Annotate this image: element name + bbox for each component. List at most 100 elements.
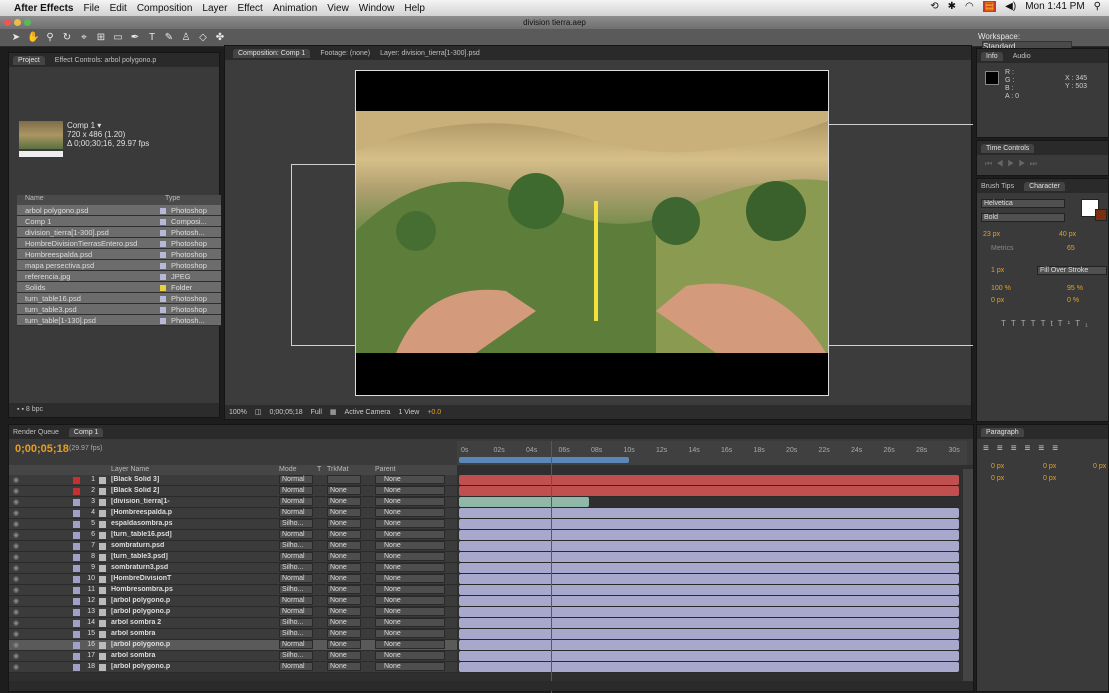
play-icon[interactable]: ▶	[1007, 159, 1018, 168]
current-time[interactable]: 0;00;05;18	[15, 443, 69, 455]
layer-duration-bar[interactable]	[459, 662, 959, 672]
parent-dropdown[interactable]: None	[375, 475, 445, 484]
work-area-bar[interactable]	[459, 457, 629, 463]
col-t[interactable]: T	[317, 466, 321, 473]
blend-mode-dropdown[interactable]: Silho...	[279, 651, 313, 660]
spotlight-icon[interactable]: ⚲	[1094, 1, 1101, 12]
eye-icon[interactable]: ◉	[13, 553, 19, 561]
trkmat-dropdown[interactable]: None	[327, 662, 361, 671]
zoom-tool-icon[interactable]: ⚲	[44, 32, 56, 43]
viewer-timecode[interactable]: 0;00;05;18	[270, 409, 303, 416]
align-left-icon[interactable]: ≡	[983, 443, 997, 454]
justify-right-icon[interactable]: ≡	[1052, 443, 1066, 454]
trkmat-dropdown[interactable]: None	[327, 640, 361, 649]
tab-character[interactable]: Character	[1024, 181, 1065, 191]
trkmat-dropdown[interactable]: None	[327, 585, 361, 594]
clone-tool-icon[interactable]: ♙	[180, 32, 192, 43]
blend-mode-dropdown[interactable]: Silho...	[279, 629, 313, 638]
bluetooth-icon[interactable]: ✱	[948, 1, 956, 12]
volume-icon[interactable]: ◀)	[1005, 1, 1016, 12]
tab-layer[interactable]: Layer: division_tierra[1-300].psd	[380, 50, 480, 57]
selection-tool-icon[interactable]: ➤	[10, 32, 22, 43]
menu-layer[interactable]: Layer	[202, 3, 227, 14]
faux-italic-icon[interactable]: T	[1011, 319, 1021, 328]
eye-icon[interactable]: ◉	[13, 630, 19, 638]
stroke-mode-dropdown[interactable]: Fill Over Stroke	[1037, 266, 1107, 275]
parent-dropdown[interactable]: None	[375, 585, 445, 594]
tab-composition[interactable]: Composition: Comp 1	[233, 48, 311, 58]
layer-duration-bar[interactable]	[459, 640, 959, 650]
parent-dropdown[interactable]: None	[375, 596, 445, 605]
blend-mode-dropdown[interactable]: Normal	[279, 552, 313, 561]
parent-dropdown[interactable]: None	[375, 618, 445, 627]
layer-row[interactable]: ◉ 16 [arbol polygono.p Normal None None	[9, 640, 457, 651]
parent-dropdown[interactable]: None	[375, 607, 445, 616]
eye-icon[interactable]: ◉	[13, 498, 19, 506]
camera-tool-icon[interactable]: ⌖	[78, 32, 90, 43]
layer-name[interactable]: [arbol polygono.p	[111, 608, 183, 615]
stroke-width-value[interactable]: 1 px	[991, 267, 1004, 274]
menu-window[interactable]: Window	[359, 3, 395, 14]
col-type[interactable]: Type	[165, 195, 180, 205]
layer-row[interactable]: ◉ 4 [Hombreespalda.p Normal None None	[9, 508, 457, 519]
kerning-value[interactable]: Metrics	[991, 245, 1014, 252]
col-mode[interactable]: Mode	[279, 466, 297, 473]
new-folder-icon[interactable]: ▪	[21, 406, 23, 413]
layer-duration-bar[interactable]	[459, 475, 959, 485]
resolution-dropdown[interactable]: Full	[311, 409, 322, 416]
layer-duration-bar[interactable]	[459, 596, 959, 606]
tab-project[interactable]: Project	[13, 55, 45, 65]
wifi-icon[interactable]: ◠	[965, 1, 974, 12]
project-item[interactable]: Hombreespalda.psd Photoshop	[17, 249, 221, 260]
snapshot-icon[interactable]: ◫	[255, 408, 262, 416]
col-layer-name[interactable]: Layer Name	[111, 466, 149, 473]
tab-footage[interactable]: Footage: (none)	[320, 50, 370, 57]
layer-label-color[interactable]	[73, 477, 80, 484]
layer-row[interactable]: ◉ 13 [arbol polygono.p Normal None None	[9, 607, 457, 618]
layer-name[interactable]: [Black Solid 3]	[111, 476, 183, 483]
menu-view[interactable]: View	[327, 3, 349, 14]
layer-name[interactable]: [arbol polygono.p	[111, 663, 183, 670]
close-window-button[interactable]	[4, 19, 11, 26]
eye-icon[interactable]: ◉	[13, 575, 19, 583]
eye-icon[interactable]: ◉	[13, 564, 19, 572]
trkmat-dropdown[interactable]	[327, 475, 361, 484]
tab-effect-controls[interactable]: Effect Controls: arbol polygono.p	[55, 57, 156, 64]
vertical-scale-value[interactable]: 100 %	[991, 285, 1011, 292]
superscript-icon[interactable]: T¹	[1058, 319, 1076, 328]
project-item[interactable]: Comp 1 Composi...	[17, 216, 221, 227]
eye-icon[interactable]: ◉	[13, 586, 19, 594]
exposure-value[interactable]: +0.0	[427, 409, 441, 416]
view-layout-dropdown[interactable]: 1 View	[398, 409, 419, 416]
justify-left-icon[interactable]: ≡	[1025, 443, 1039, 454]
parent-dropdown[interactable]: None	[375, 640, 445, 649]
blend-mode-dropdown[interactable]: Normal	[279, 607, 313, 616]
layer-label-color[interactable]	[73, 532, 80, 539]
tab-time-controls[interactable]: Time Controls	[981, 143, 1035, 153]
trkmat-dropdown[interactable]: None	[327, 574, 361, 583]
parent-dropdown[interactable]: None	[375, 508, 445, 517]
stroke-color-swatch[interactable]	[1095, 209, 1107, 221]
project-item[interactable]: mapa persectiva.psd Photoshop	[17, 260, 221, 271]
pan-behind-tool-icon[interactable]: ⊞	[95, 32, 107, 43]
layer-name[interactable]: [arbol polygono.p	[111, 641, 183, 648]
all-caps-icon[interactable]: TT	[1021, 319, 1041, 328]
layer-name[interactable]: arbol sombra 2	[111, 619, 183, 626]
layer-duration-bar[interactable]	[459, 563, 959, 573]
layer-label-color[interactable]	[73, 543, 80, 550]
last-frame-icon[interactable]: ⏭	[1030, 159, 1041, 168]
project-item[interactable]: turn_table3.psd Photoshop	[17, 304, 221, 315]
layer-name[interactable]: [division_tierra[1-	[111, 498, 183, 505]
align-center-icon[interactable]: ≡	[997, 443, 1011, 454]
layer-name[interactable]: sombraturn.psd	[111, 542, 183, 549]
first-frame-icon[interactable]: ⏮	[985, 159, 996, 168]
layer-row[interactable]: ◉ 11 Hombresombra.ps Silho... None None	[9, 585, 457, 596]
camera-dropdown[interactable]: Active Camera	[345, 409, 391, 416]
layer-row[interactable]: ◉ 12 [arbol polygono.p Normal None None	[9, 596, 457, 607]
eye-icon[interactable]: ◉	[13, 619, 19, 627]
brush-tool-icon[interactable]: ✎	[163, 32, 175, 43]
layer-row[interactable]: ◉ 7 sombraturn.psd Silho... None None	[9, 541, 457, 552]
layer-row[interactable]: ◉ 8 [turn_table3.psd] Normal None None	[9, 552, 457, 563]
parent-dropdown[interactable]: None	[375, 574, 445, 583]
layer-row[interactable]: ◉ 3 [division_tierra[1- Normal None None	[9, 497, 457, 508]
